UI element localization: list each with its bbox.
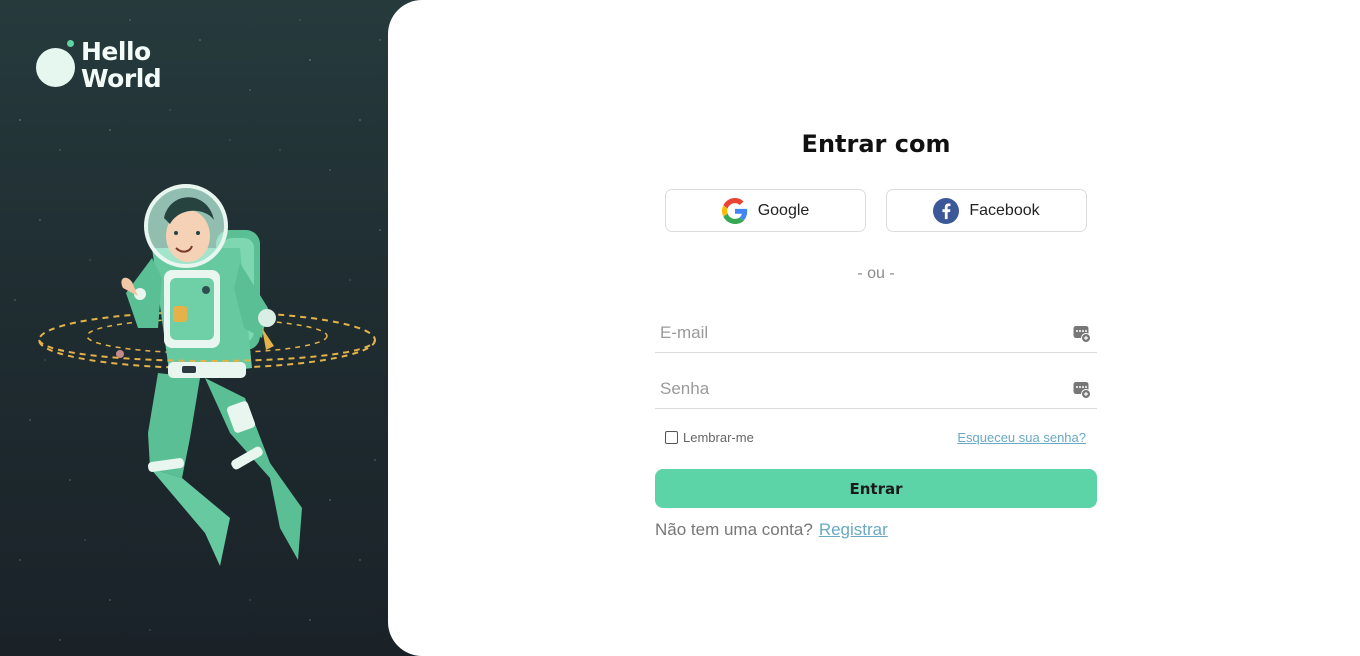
or-divider: - ou - bbox=[857, 265, 895, 282]
remember-me[interactable]: Lembrar-me bbox=[665, 430, 754, 445]
no-account-text: Não tem uma conta? bbox=[655, 520, 813, 539]
signup-prompt: Não tem uma conta? Registrar bbox=[655, 520, 888, 540]
facebook-icon bbox=[933, 197, 960, 224]
remember-me-checkbox[interactable] bbox=[665, 431, 678, 444]
facebook-login-button[interactable]: Facebook bbox=[886, 189, 1087, 232]
email-input[interactable] bbox=[655, 313, 1065, 352]
login-form: Entrar com Google Facebook - ou - E-mail… bbox=[655, 0, 1097, 656]
google-login-button[interactable]: Google bbox=[665, 189, 866, 232]
register-link[interactable]: Registrar bbox=[819, 520, 888, 539]
password-field-wrapper bbox=[655, 369, 1097, 409]
remember-me-label: Lembrar-me bbox=[683, 430, 754, 445]
logo-circle-icon bbox=[36, 48, 75, 87]
google-login-label: Google bbox=[757, 201, 810, 219]
brand-logo[interactable]: Hello World bbox=[36, 38, 196, 98]
password-manager-key-icon[interactable] bbox=[1073, 325, 1091, 343]
facebook-login-label: Facebook bbox=[969, 201, 1040, 219]
google-icon bbox=[721, 197, 747, 224]
forgot-password-link[interactable]: Esqueceu sua senha? bbox=[957, 430, 1086, 445]
email-field-wrapper bbox=[655, 313, 1097, 353]
logo-dot-icon bbox=[67, 40, 74, 47]
brand-name: Hello World bbox=[81, 37, 162, 93]
password-input[interactable] bbox=[655, 369, 1065, 408]
password-manager-key-icon[interactable] bbox=[1073, 381, 1091, 399]
astronaut-illustration bbox=[38, 184, 376, 566]
login-panel: Entrar com Google Facebook - ou - E-mail… bbox=[388, 0, 1360, 656]
hero-panel: Hello World bbox=[0, 0, 420, 656]
login-submit-button[interactable]: Entrar bbox=[655, 469, 1097, 508]
login-title: Entrar com bbox=[801, 130, 951, 158]
